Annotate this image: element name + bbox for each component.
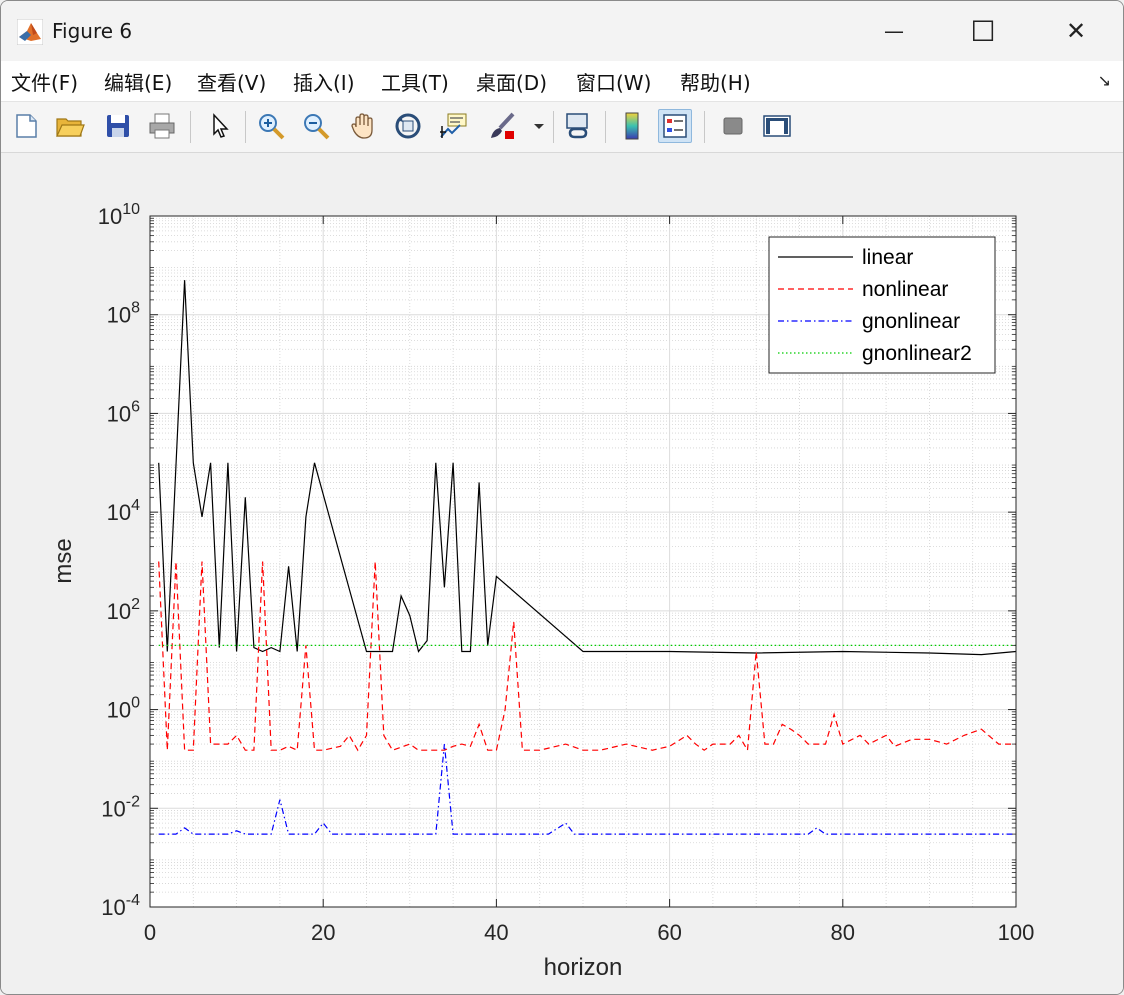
new-figure-icon (16, 114, 37, 138)
open-file-icon (56, 118, 85, 137)
legend-label-gnonlinear2: gnonlinear2 (862, 342, 972, 365)
legend-icon (663, 114, 687, 138)
pan-icon (351, 113, 373, 139)
rotate-3d-button[interactable] (391, 109, 425, 143)
zoom-out-button[interactable] (299, 109, 333, 143)
print-button[interactable] (145, 109, 179, 143)
legend-label-linear: linear (862, 246, 913, 269)
save-button[interactable] (101, 109, 135, 143)
pointer-button[interactable] (203, 109, 237, 143)
legend-label-nonlinear: nonlinear (862, 278, 948, 301)
figure-toolbar (1, 102, 1123, 153)
legend-button[interactable] (658, 109, 692, 143)
link-plot-button[interactable] (561, 109, 595, 143)
toolbar-separator (605, 111, 606, 143)
menu-edit[interactable]: 编辑(E) (104, 67, 172, 96)
title-bar[interactable]: Figure 6 — ☐ ✕ (1, 1, 1123, 61)
save-icon (107, 115, 129, 137)
menu-overflow-icon[interactable]: ↘ (1098, 71, 1111, 90)
x-tick-label: 20 (311, 920, 335, 945)
zoom-out-icon (304, 114, 330, 140)
y-tick-labels: 10-4 10-2 100 102 104 106 108 1010 (98, 201, 140, 920)
data-cursor-button[interactable] (437, 109, 471, 143)
menu-view[interactable]: 查看(V) (197, 67, 266, 96)
brush-dropdown-button[interactable] (529, 109, 549, 143)
colorbar-button[interactable] (615, 109, 649, 143)
y-tick-label: 10-2 (101, 793, 140, 821)
y-tick-label: 108 (107, 300, 140, 328)
menu-insert[interactable]: 插入(I) (293, 67, 355, 96)
y-tick-label: 106 (107, 398, 140, 426)
x-tick-label: 60 (657, 920, 681, 945)
close-icon: ✕ (1065, 17, 1087, 45)
hide-plot-tools-button[interactable] (716, 109, 750, 143)
figure-canvas: 0 20 40 60 80 100 10-4 10-2 100 102 104 106 108 1010… (1, 153, 1123, 994)
y-tick-label: 102 (107, 596, 140, 624)
toolbar-separator (190, 111, 191, 143)
pointer-icon (213, 113, 229, 138)
menu-desktop[interactable]: 桌面(D) (476, 67, 547, 96)
legend[interactable]: linear nonlinear gnonlinear gnonlinear2 (768, 236, 996, 374)
mse-horizon-chart[interactable]: 0 20 40 60 80 100 10-4 10-2 100 102 104 106 108 1010… (1, 153, 1123, 994)
x-tick-label: 0 (144, 920, 156, 945)
rotate-3d-icon (395, 113, 421, 139)
matlab-logo-icon (17, 19, 43, 45)
close-button[interactable]: ✕ (1051, 9, 1101, 53)
x-tick-label: 40 (484, 920, 508, 945)
open-file-button[interactable] (53, 109, 87, 143)
pan-button[interactable] (346, 109, 380, 143)
y-tick-label: 104 (107, 497, 140, 525)
hide-plot-tools-icon (723, 117, 743, 135)
menu-file[interactable]: 文件(F) (11, 67, 78, 96)
y-tick-label: 10-4 (101, 892, 140, 920)
menu-help[interactable]: 帮助(H) (680, 67, 751, 96)
menu-window[interactable]: 窗口(W) (576, 67, 651, 96)
data-cursor-icon (440, 113, 467, 138)
y-axis-label: mse (50, 538, 77, 583)
brush-dropdown-icon (534, 124, 544, 129)
y-tick-label: 1010 (98, 201, 140, 229)
maximize-button[interactable]: ☐ (958, 9, 1008, 53)
zoom-in-icon (259, 114, 285, 140)
colorbar-icon (625, 112, 639, 140)
minimize-button[interactable]: — (869, 9, 919, 53)
link-plot-icon (566, 113, 588, 139)
print-icon (149, 113, 175, 139)
x-tick-label: 80 (831, 920, 855, 945)
y-tick-label: 100 (107, 695, 140, 723)
show-plot-tools-button[interactable] (760, 109, 794, 143)
toolbar-separator (704, 111, 705, 143)
menu-tools[interactable]: 工具(T) (381, 67, 449, 96)
window-title: Figure 6 (52, 19, 133, 43)
brush-icon (491, 112, 515, 139)
x-axis-label: horizon (544, 954, 623, 981)
figure-window: Figure 6 — ☐ ✕ 文件(F) 编辑(E) 查看(V) 插入(I) 工… (0, 0, 1124, 995)
toolbar-separator (245, 111, 246, 143)
minimize-icon: — (884, 19, 904, 43)
brush-button[interactable] (485, 109, 519, 143)
show-plot-tools-icon (763, 115, 791, 137)
x-tick-label: 100 (998, 920, 1035, 945)
legend-label-gnonlinear: gnonlinear (862, 310, 960, 333)
toolbar-separator (553, 111, 554, 143)
zoom-in-button[interactable] (254, 109, 288, 143)
maximize-icon: ☐ (970, 14, 996, 48)
new-figure-button[interactable] (9, 109, 43, 143)
x-tick-labels: 0 20 40 60 80 100 (144, 920, 1034, 945)
menu-bar: 文件(F) 编辑(E) 查看(V) 插入(I) 工具(T) 桌面(D) 窗口(W… (1, 61, 1123, 102)
